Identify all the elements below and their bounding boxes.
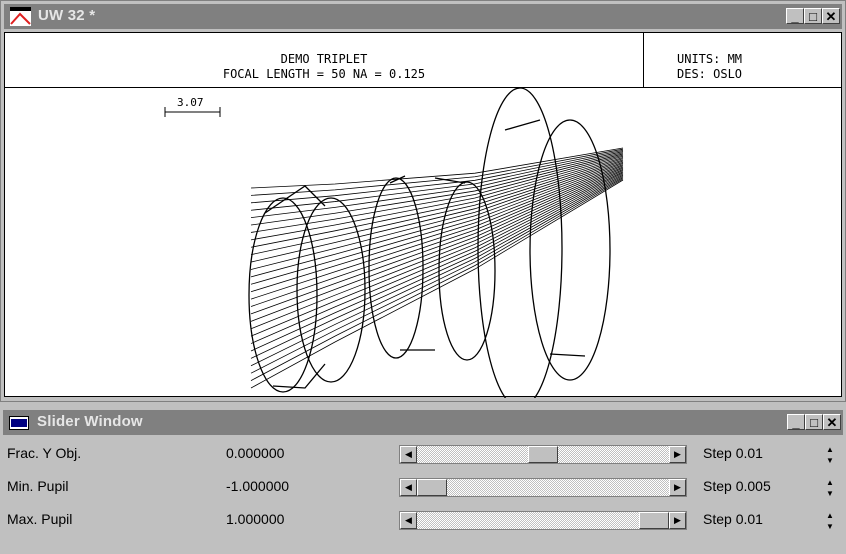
ray-line <box>250 174 624 359</box>
slider-thumb[interactable] <box>528 446 558 463</box>
spin-down-icon[interactable]: ▼ <box>820 521 840 532</box>
ray-plot-app-icon <box>10 7 31 26</box>
slider-row-frac-y-obj: Frac. Y Obj. 0.000000 ◀ ▶ Step 0.01 ▲ ▼ <box>3 438 843 471</box>
plot-header: DEMO TRIPLET FOCAL LENGTH = 50 NA = 0.12… <box>5 33 841 88</box>
slider-track[interactable]: ◀ ▶ <box>399 511 687 530</box>
slider-row-max-pupil: Max. Pupil 1.000000 ◀ ▶ Step 0.01 ▲ ▼ <box>3 504 843 537</box>
slider-label: Min. Pupil <box>7 478 69 494</box>
plot-subtitle: FOCAL LENGTH = 50 NA = 0.125 <box>222 67 426 81</box>
slider-value: 1.000000 <box>226 511 285 527</box>
spin-up-icon[interactable]: ▲ <box>820 444 840 455</box>
scroll-right-arrow-icon[interactable]: ▶ <box>669 512 686 529</box>
maximize-button[interactable]: □ <box>804 8 822 24</box>
scroll-right-arrow-icon[interactable]: ▶ <box>669 479 686 496</box>
ray-line <box>250 160 624 270</box>
slider-track[interactable]: ◀ ▶ <box>399 445 687 464</box>
close-button[interactable]: ✕ <box>822 8 840 24</box>
ray-line <box>250 167 624 315</box>
scale-bar-label: 3.07 <box>177 96 204 109</box>
ray-line <box>250 170 624 330</box>
slider-thumb[interactable] <box>639 512 669 529</box>
ray-line <box>250 165 624 300</box>
step-spinner[interactable]: ▲ ▼ <box>820 477 840 499</box>
scroll-right-arrow-icon[interactable]: ▶ <box>669 446 686 463</box>
plot-title-box: DEMO TRIPLET FOCAL LENGTH = 50 NA = 0.12… <box>5 33 644 87</box>
uw-title-bar[interactable]: UW 32 * _ □ ✕ <box>4 4 842 29</box>
step-label: Step 0.005 <box>703 478 771 494</box>
maximize-button[interactable]: □ <box>805 414 823 430</box>
close-button[interactable]: ✕ <box>823 414 841 430</box>
scroll-left-arrow-icon[interactable]: ◀ <box>400 512 417 529</box>
slider-window-icon <box>9 416 29 430</box>
minimize-button[interactable]: _ <box>787 414 805 430</box>
ray-line <box>250 158 624 256</box>
step-label: Step 0.01 <box>703 511 763 527</box>
minimize-button[interactable]: _ <box>786 8 804 24</box>
slider-value: 0.000000 <box>226 445 285 461</box>
ray-line <box>250 157 624 248</box>
slider-thumb[interactable] <box>417 479 447 496</box>
spin-up-icon[interactable]: ▲ <box>820 477 840 488</box>
spin-down-icon[interactable]: ▼ <box>820 455 840 466</box>
lens-ray-drawing: 3.07 <box>164 88 624 398</box>
slider-value: -1.000000 <box>226 478 290 494</box>
plot-title: DEMO TRIPLET <box>280 52 368 66</box>
uw-window-title: UW 32 * <box>38 7 96 24</box>
slider-window-title: Slider Window <box>37 413 143 430</box>
slider-label: Frac. Y Obj. <box>7 445 82 461</box>
scroll-left-arrow-icon[interactable]: ◀ <box>400 479 417 496</box>
slider-window: Slider Window _ □ ✕ Frac. Y Obj. 0.00000… <box>0 403 846 554</box>
slider-label: Max. Pupil <box>7 511 73 527</box>
ray-line <box>250 153 624 226</box>
graphics-canvas: DEMO TRIPLET FOCAL LENGTH = 50 NA = 0.12… <box>4 32 842 398</box>
slider-row-min-pupil: Min. Pupil -1.000000 ◀ ▶ Step 0.005 ▲ ▼ <box>3 471 843 504</box>
spin-down-icon[interactable]: ▼ <box>820 488 840 499</box>
ray-bundle <box>250 147 624 389</box>
designer-label: DES: OSLO <box>677 67 743 81</box>
scroll-left-arrow-icon[interactable]: ◀ <box>400 446 417 463</box>
step-spinner[interactable]: ▲ ▼ <box>820 510 840 532</box>
slider-title-bar[interactable]: Slider Window _ □ ✕ <box>3 410 843 435</box>
lens-elements <box>248 88 611 398</box>
uw-window: UW 32 * _ □ ✕ DEMO TRIPLET FOCAL LENGTH … <box>0 0 846 402</box>
ray-line <box>250 154 624 233</box>
plot-info-box: UNITS: MM DES: OSLO <box>677 52 742 82</box>
ray-line <box>250 173 624 352</box>
units-label: UNITS: MM <box>677 52 743 66</box>
slider-track[interactable]: ◀ ▶ <box>399 478 687 497</box>
spin-up-icon[interactable]: ▲ <box>820 510 840 521</box>
ray-line <box>250 168 624 322</box>
scale-bar: 3.07 <box>164 96 221 117</box>
step-spinner[interactable]: ▲ ▼ <box>820 444 840 466</box>
ray-line <box>250 171 624 337</box>
step-label: Step 0.01 <box>703 445 763 461</box>
ray-line <box>250 164 624 293</box>
